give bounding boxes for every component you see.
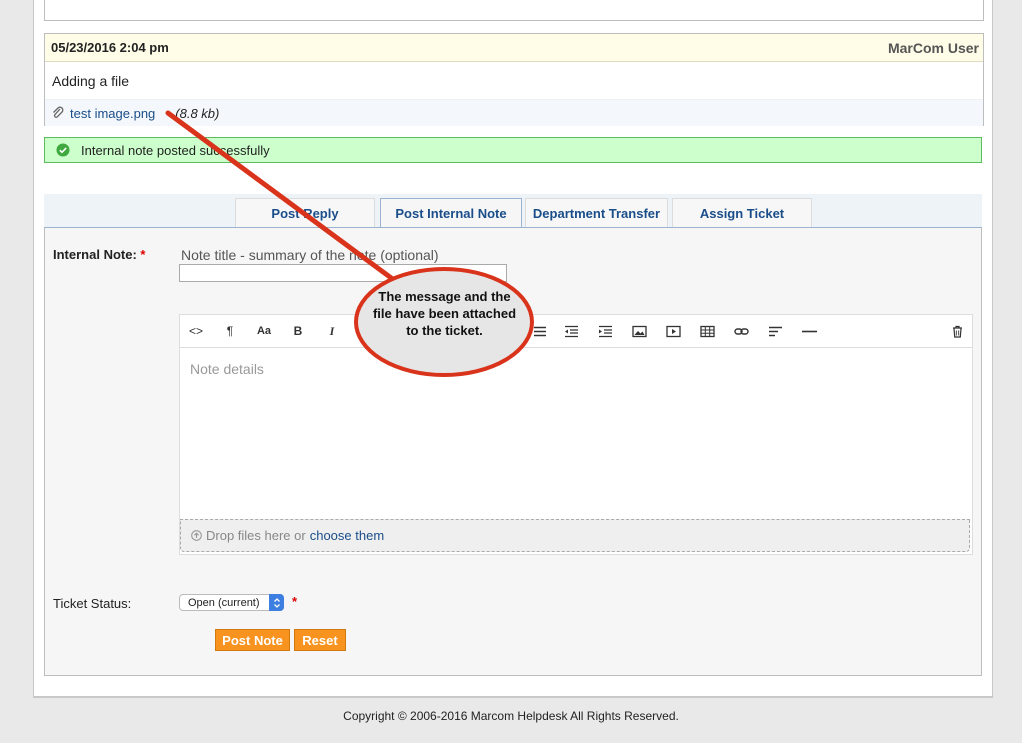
thread-header: 05/23/2016 2:04 pm MarCom User: [45, 34, 983, 62]
thread-user: MarCom User: [887, 39, 979, 56]
dropzone-text: Drop files here or: [206, 528, 306, 543]
paperclip-icon: [53, 106, 64, 118]
annotation-callout-text: The message and the file have been attac…: [372, 289, 517, 338]
success-notice: Internal note posted successfully: [44, 137, 982, 163]
thread-message: Adding a file: [52, 73, 130, 89]
image-icon[interactable]: [630, 323, 648, 339]
note-details-textarea[interactable]: Note details: [190, 361, 264, 377]
chevron-updown-icon: [269, 594, 284, 611]
unordered-list-icon[interactable]: [530, 323, 548, 339]
ticket-status-select[interactable]: Open (current): [179, 594, 284, 611]
code-icon[interactable]: <>: [187, 323, 205, 339]
check-circle-icon: [56, 143, 70, 157]
attachment-link[interactable]: test image.png: [70, 106, 155, 121]
thread-date: 05/23/2016 2:04 pm: [51, 40, 169, 55]
font-size-icon[interactable]: Aa: [255, 323, 273, 339]
upload-icon: [191, 530, 202, 541]
tab-department-transfer[interactable]: Department Transfer: [525, 198, 668, 227]
indent-icon[interactable]: [596, 323, 614, 339]
post-note-button[interactable]: Post Note: [215, 629, 290, 651]
horizontal-rule-icon[interactable]: [800, 323, 818, 339]
previous-thread-entry: [44, 0, 984, 21]
attachment-size: (8.8 kb): [175, 105, 220, 121]
video-icon[interactable]: [664, 323, 682, 339]
file-dropzone[interactable]: Drop files here or choose them: [180, 519, 970, 552]
tab-post-reply[interactable]: Post Reply: [235, 198, 375, 227]
link-icon[interactable]: [732, 323, 750, 339]
outdent-icon[interactable]: [562, 323, 580, 339]
reset-button[interactable]: Reset: [294, 629, 346, 651]
table-icon[interactable]: [698, 323, 716, 339]
thread-attachment: test image.png (8.8 kb): [45, 99, 983, 126]
internal-note-label-text: Internal Note:: [53, 247, 137, 262]
align-left-icon[interactable]: [766, 323, 784, 339]
tab-assign-ticket[interactable]: Assign Ticket: [672, 198, 812, 227]
thread-entry: 05/23/2016 2:04 pm MarCom User Adding a …: [44, 33, 984, 126]
editor-toolbar: <> ¶ Aa B I: [180, 315, 972, 348]
action-tabs: Post Reply Post Internal Note Department…: [44, 194, 982, 228]
italic-icon[interactable]: I: [323, 323, 341, 339]
footer-copyright: Copyright © 2006-2016 Marcom Helpdesk Al…: [343, 709, 679, 723]
bold-icon[interactable]: B: [289, 323, 307, 339]
ticket-status-value: Open (current): [188, 596, 260, 609]
tab-post-internal-note[interactable]: Post Internal Note: [380, 198, 522, 228]
ticket-status-label: Ticket Status:: [53, 596, 132, 611]
internal-note-label: Internal Note: *: [53, 247, 145, 262]
success-notice-text: Internal note posted successfully: [81, 142, 270, 158]
note-editor: <> ¶ Aa B I Note details Drop files here…: [179, 314, 973, 555]
required-mark: *: [140, 247, 146, 262]
choose-files-link[interactable]: choose them: [310, 528, 384, 543]
trash-icon[interactable]: [948, 323, 966, 339]
note-title-hint: Note title - summary of the note (option…: [181, 247, 439, 263]
paragraph-icon[interactable]: ¶: [221, 323, 239, 339]
status-required-mark: *: [292, 594, 298, 609]
note-title-input[interactable]: [179, 264, 507, 282]
